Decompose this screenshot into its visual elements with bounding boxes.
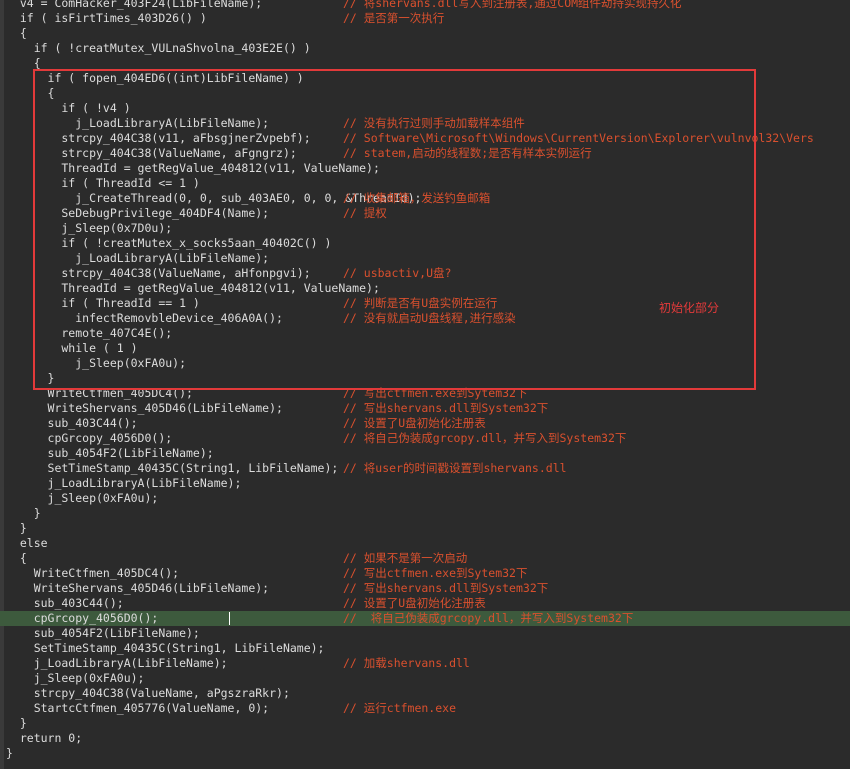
code-line[interactable]: j_Sleep(0xFA0u); [0,491,850,506]
code-text: SetTimeStamp_40435C(String1, LibFileName… [6,641,325,655]
code-line[interactable]: } [0,746,850,761]
code-text: sub_4054F2(LibFileName); [6,626,200,640]
code-comment: // 如果不是第一次启动 [343,551,468,565]
code-line[interactable]: if ( !creatMutex_VULnaShvolna_403E2E() ) [0,41,850,56]
code-text: { [6,551,27,565]
code-line[interactable]: sub_403C44(); // 设置了U盘初始化注册表 [0,416,850,431]
code-text: StartcCtfmen_405776(ValueName, 0); [6,701,270,715]
code-line[interactable]: if ( isFirtTimes_403D26() ) // 是否第一次执行 [0,11,850,26]
code-text: j_LoadLibraryA(LibFileName); [6,476,242,490]
code-text: sub_403C44(); [6,416,138,430]
code-text: j_Sleep(0xFA0u); [6,491,159,505]
code-text: j_LoadLibraryA(LibFileName); [6,656,228,670]
code-comment: // 加载shervans.dll [343,656,470,670]
code-comment: // 写出shervans.dll到System32下 [343,401,549,415]
code-text: cpGrcopy_4056D0(); [6,611,159,625]
code-text: else [6,536,48,550]
annotation-label: 初始化部分 [659,301,720,315]
code-text: v4 = ComHacker_403F24(LibFileName); [6,0,263,10]
code-line[interactable]: SetTimeStamp_40435C(String1, LibFileName… [0,641,850,656]
code-text: WriteShervans_405D46(LibFileName); [6,581,270,595]
code-text: } [6,716,27,730]
code-comment: // 设置了U盘初始化注册表 [343,416,486,430]
code-line[interactable]: StartcCtfmen_405776(ValueName, 0); // 运行c… [0,701,850,716]
code-comment: // 写出ctfmen.exe到Sytem32下 [343,566,528,580]
text-cursor [229,612,230,625]
code-line[interactable]: WriteShervans_405D46(LibFileName); // 写出s… [0,401,850,416]
code-line[interactable]: j_Sleep(0xFA0u); [0,671,850,686]
code-line[interactable]: { // 如果不是第一次启动 [0,551,850,566]
code-line[interactable]: sub_4054F2(LibFileName); [0,446,850,461]
code-text: } [6,506,41,520]
code-text: j_Sleep(0xFA0u); [6,671,145,685]
code-line[interactable]: j_LoadLibraryA(LibFileName); [0,476,850,491]
code-text: return 0; [6,731,83,745]
code-line[interactable]: v4 = ComHacker_403F24(LibFileName); // 将s… [0,0,850,11]
code-text: strcpy_404C38(ValueName, aPgszraRkr); [6,686,290,700]
code-line[interactable]: WriteCtfmen_405DC4(); // 写出ctfmen.exe到Syt… [0,566,850,581]
code-line[interactable]: else [0,536,850,551]
code-line[interactable]: cpGrcopy_4056D0(); // 将自己伪装成grcopy.dll，并写… [0,611,850,626]
code-editor[interactable]: v4 = ComHacker_403F24(LibFileName); // 将s… [0,0,850,769]
code-text: WriteShervans_405D46(LibFileName); [6,401,283,415]
code-line[interactable]: strcpy_404C38(ValueName, aPgszraRkr); [0,686,850,701]
code-text: SetTimeStamp_40435C(String1, LibFileName… [6,461,339,475]
code-text: WriteCtfmen_405DC4(); [6,566,180,580]
code-comment: // 将user的时间戳设置到shervans.dll [343,461,567,475]
code-line[interactable]: } [0,716,850,731]
code-comment: // 是否第一次执行 [343,11,445,25]
code-text: if ( isFirtTimes_403D26() ) [6,11,207,25]
code-text: { [6,26,27,40]
code-line[interactable]: j_LoadLibraryA(LibFileName); // 加载shervan… [0,656,850,671]
code-line[interactable]: WriteShervans_405D46(LibFileName); // 写出s… [0,581,850,596]
code-comment: // 运行ctfmen.exe [343,701,457,715]
code-line[interactable]: return 0; [0,731,850,746]
code-comment: // 将自己伪装成grcopy.dll，并写入到System32下 [343,611,634,625]
code-text: } [6,746,13,760]
code-line[interactable]: sub_403C44(); // 设置了U盘初始化注册表 [0,596,850,611]
code-line[interactable]: } [0,521,850,536]
code-line[interactable]: } [0,506,850,521]
code-comment: // 将自己伪装成grcopy.dll，并写入到System32下 [343,431,627,445]
code-text: sub_4054F2(LibFileName); [6,446,214,460]
code-line[interactable]: cpGrcopy_4056D0(); // 将自己伪装成grcopy.dll，并写… [0,431,850,446]
code-text: cpGrcopy_4056D0(); [6,431,173,445]
code-text: if ( !creatMutex_VULnaShvolna_403E2E() ) [6,41,311,55]
annotation-box [33,69,756,390]
code-comment: // 将shervans.dll写入到注册表,通过COM组件劫持实现持久化 [343,0,682,10]
code-text: } [6,521,27,535]
code-line[interactable]: sub_4054F2(LibFileName); [0,626,850,641]
code-line[interactable]: SetTimeStamp_40435C(String1, LibFileName… [0,461,850,476]
code-line[interactable]: { [0,26,850,41]
code-text: sub_403C44(); [6,596,124,610]
code-comment: // 写出shervans.dll到System32下 [343,581,549,595]
code-comment: // 设置了U盘初始化注册表 [343,596,486,610]
